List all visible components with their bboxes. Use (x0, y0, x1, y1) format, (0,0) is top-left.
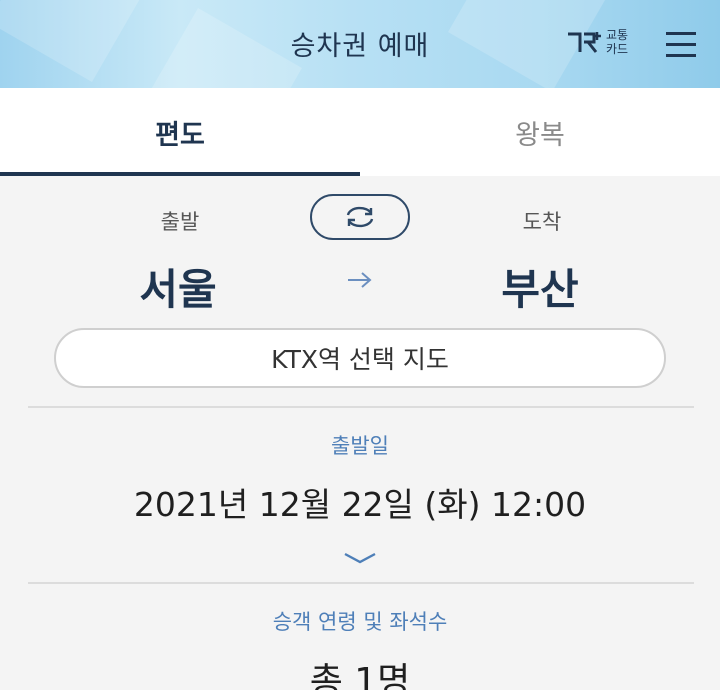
passengers-value[interactable]: 총 1명 (0, 652, 720, 690)
app-header: 승차권 예매 교통 카드 (0, 0, 720, 88)
transport-card-button[interactable]: 교통 카드 (566, 26, 638, 62)
menu-icon[interactable] (666, 30, 696, 58)
station-map-button[interactable]: KTX역 선택 지도 (54, 328, 666, 388)
departure-label: 출발 (160, 210, 200, 234)
departure-date-label: 출발일 (331, 434, 389, 458)
divider (28, 406, 694, 408)
departure-station[interactable]: 서울 (88, 256, 268, 317)
swap-icon (346, 206, 374, 228)
tab-round-trip[interactable]: 왕복 (360, 88, 720, 176)
divider (28, 582, 694, 584)
card-logo-icon (568, 32, 601, 53)
chevron-down-icon[interactable] (342, 550, 378, 566)
arrival-station[interactable]: 부산 (450, 256, 630, 317)
arrival-label: 도착 (522, 210, 562, 234)
passengers-label: 승객 연령 및 좌석수 (272, 610, 448, 634)
tab-one-way[interactable]: 편도 (0, 88, 360, 176)
swap-stations-button[interactable] (310, 194, 410, 240)
card-logo-text-bottom: 카드 (606, 42, 629, 56)
card-logo-text-top: 교통 (606, 28, 629, 42)
trip-type-tabs: 편도 왕복 (0, 88, 720, 176)
arrow-right-icon (348, 272, 372, 288)
departure-date-value[interactable]: 2021년 12월 22일 (화) 12:00 (0, 478, 720, 526)
